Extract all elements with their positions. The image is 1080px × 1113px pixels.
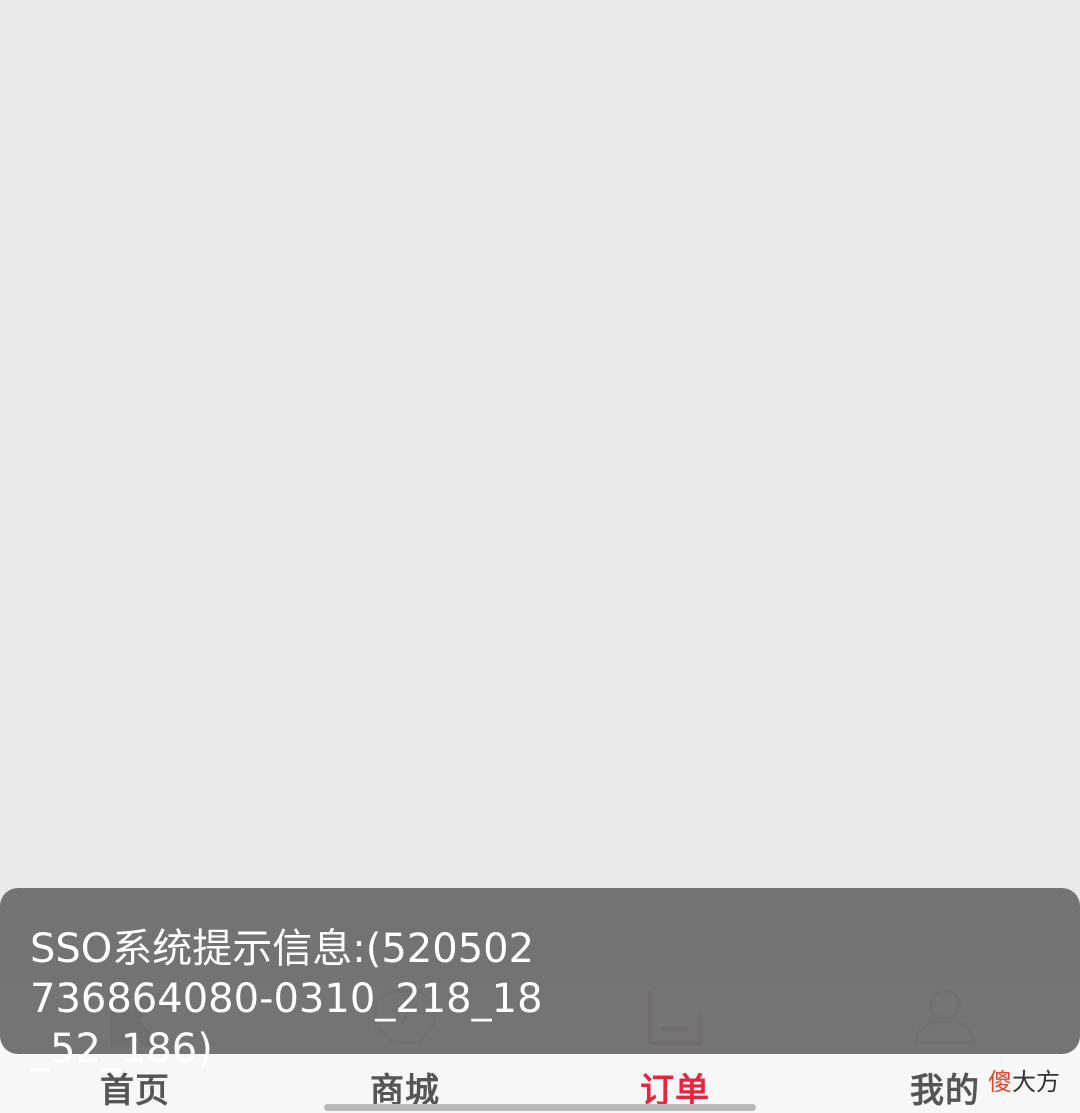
watermark-rest: 大方 [1012,1068,1060,1096]
watermark-logo: 傻大方 [988,1062,1060,1097]
watermark-first-char: 傻 [988,1068,1012,1096]
toast-message: SSO系统提示信息:(520502736864080-0310_218_18_5… [0,888,1080,1072]
home-indicator[interactable] [324,1104,756,1111]
toast-text: SSO系统提示信息:(520502736864080-0310_218_18_5… [30,926,543,1072]
